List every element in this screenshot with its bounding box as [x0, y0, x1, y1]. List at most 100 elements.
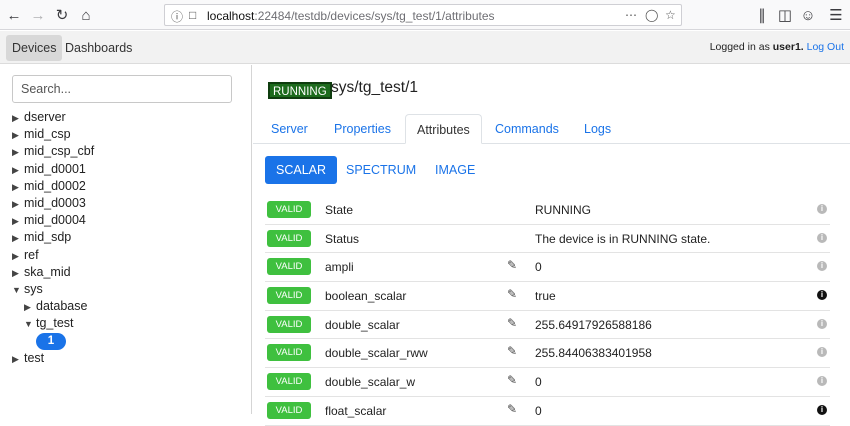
app-header: Devices Dashboards Logged in as user1. L…: [0, 31, 850, 64]
subtab-image[interactable]: IMAGE: [430, 156, 480, 184]
device-sidebar: ▶dserver▶mid_csp▶mid_csp_cbf▶mid_d0001▶m…: [0, 65, 252, 414]
pencil-icon[interactable]: ✎: [507, 373, 517, 387]
nav-dashboards[interactable]: Dashboards: [59, 35, 138, 61]
pocket-icon[interactable]: ◯: [645, 8, 658, 22]
caret-right-icon[interactable]: ▶: [12, 230, 24, 247]
more-icon[interactable]: ⋯: [625, 8, 637, 22]
info-icon[interactable]: i: [817, 404, 827, 415]
caret-right-icon[interactable]: ▶: [12, 162, 24, 179]
quality-badge: VALID: [267, 258, 311, 276]
back-icon[interactable]: ←: [4, 5, 24, 25]
device-title: sys/tg_test/1: [331, 79, 419, 96]
info-icon[interactable]: ⓘ: [171, 8, 183, 25]
tab-attributes[interactable]: Attributes: [405, 114, 482, 144]
attribute-table: VALID State RUNNING i VALID Status The device …: [265, 196, 830, 426]
tree-item[interactable]: ▶ mid_d0004: [12, 212, 242, 229]
bookmark-star-icon[interactable]: ☆: [665, 8, 676, 22]
caret-right-icon[interactable]: ▶: [12, 179, 24, 196]
table-row: VALID double_scalar_rww ✎ 255.8440638340195…: [265, 339, 830, 369]
library-icon[interactable]: ∥: [752, 5, 772, 25]
table-row: VALID State RUNNING i: [265, 196, 830, 225]
tree-item[interactable]: ▶ mid_csp_cbf: [12, 143, 242, 160]
tab-server[interactable]: Server: [265, 114, 314, 144]
info-icon[interactable]: i: [817, 347, 827, 358]
pencil-icon[interactable]: ✎: [507, 316, 517, 330]
info-icon[interactable]: i: [817, 261, 827, 272]
attribute-name: double_scalar: [325, 317, 400, 332]
attribute-value: true: [535, 289, 556, 304]
tree-item[interactable]: ▼ sys: [12, 281, 242, 298]
caret-right-icon[interactable]: ▶: [12, 351, 24, 368]
tree-item-selected[interactable]: 1: [36, 333, 66, 351]
info-icon[interactable]: i: [817, 232, 827, 243]
tree-item-label: mid_sdp: [24, 230, 72, 245]
url-host: localhost: [207, 9, 255, 23]
quality-badge: VALID: [267, 229, 311, 247]
tab-commands[interactable]: Commands: [489, 114, 565, 144]
caret-right-icon[interactable]: ▶: [12, 144, 24, 161]
tree-item[interactable]: ▶ ref: [12, 247, 242, 264]
tab-properties[interactable]: Properties: [328, 114, 397, 144]
caret-right-icon[interactable]: ▶: [24, 299, 36, 316]
attribute-name: double_scalar_rww: [325, 346, 428, 361]
subtab-scalar[interactable]: SCALAR: [265, 156, 338, 184]
menu-icon[interactable]: ☰: [826, 5, 846, 25]
info-icon[interactable]: i: [817, 318, 827, 329]
tree-item[interactable]: ▶ test: [12, 350, 242, 367]
login-status: Logged in as user1. Log Out: [710, 41, 844, 53]
home-icon[interactable]: ⌂: [76, 5, 96, 25]
info-icon[interactable]: i: [817, 376, 827, 387]
table-row: VALID float_scalar ✎ 0 i: [265, 397, 830, 426]
tree-item[interactable]: ▼ tg_test: [12, 315, 242, 332]
table-row: VALID Status The device is in RUNNING stat…: [265, 225, 830, 254]
nav-devices[interactable]: Devices: [6, 35, 63, 61]
subtab-spectrum[interactable]: SPECTRUM: [341, 156, 421, 184]
forward-icon[interactable]: →: [28, 5, 48, 25]
device-tree: ▶ dserver ▶ mid_csp ▶ mid_csp_cbf ▶ mid_d0001 ▶ m…: [12, 109, 242, 367]
tab-logs[interactable]: Logs: [578, 114, 617, 144]
attribute-value: 0: [535, 260, 542, 275]
tree-item-label: dserver: [24, 110, 66, 124]
attribute-name: ampli: [325, 260, 354, 275]
caret-right-icon[interactable]: ▶: [12, 248, 24, 265]
tree-item-label: mid_d0004: [24, 213, 86, 228]
url-text: localhost:22484/testdb/devices/sys/tg_te…: [207, 9, 495, 23]
logout-link[interactable]: Log Out: [807, 41, 844, 53]
table-row: VALID double_scalar ✎ 255.64917926588186 i: [265, 311, 830, 340]
pencil-icon[interactable]: ✎: [507, 344, 517, 358]
search-input[interactable]: [12, 75, 232, 103]
info-icon[interactable]: i: [817, 204, 827, 214]
tree-item[interactable]: ▶ mid_d0001: [12, 161, 242, 178]
tree-item[interactable]: ▶ dserver: [12, 109, 242, 126]
caret-down-icon[interactable]: ▼: [12, 282, 24, 299]
caret-right-icon[interactable]: ▶: [12, 213, 24, 230]
url-bar[interactable]: ⓘ □ localhost:22484/testdb/devices/sys/t…: [164, 4, 682, 26]
pencil-icon[interactable]: ✎: [507, 258, 517, 272]
sidebar-icon[interactable]: ◫: [775, 5, 795, 25]
info-icon[interactable]: i: [817, 290, 827, 301]
tree-item-label: test: [24, 350, 45, 365]
tree-item-label: ref: [24, 247, 39, 262]
attribute-value: 0: [535, 403, 542, 418]
caret-right-icon[interactable]: ▶: [12, 196, 24, 213]
account-icon[interactable]: ☺: [798, 5, 818, 25]
tree-item[interactable]: ▶ mid_sdp: [12, 229, 242, 246]
tree-item-label: ska_mid: [24, 264, 71, 279]
caret-down-icon[interactable]: ▼: [24, 316, 36, 333]
tree-item-label: mid_d0001: [24, 161, 86, 176]
reload-icon[interactable]: ↻: [52, 5, 72, 25]
pencil-icon[interactable]: ✎: [507, 287, 517, 301]
tree-item-label: tg_test: [36, 316, 74, 331]
caret-right-icon[interactable]: ▶: [12, 110, 24, 127]
quality-badge: VALID: [267, 401, 311, 419]
tree-item[interactable]: ▶ mid_d0002: [12, 178, 242, 195]
caret-right-icon[interactable]: ▶: [12, 265, 24, 282]
tree-item[interactable]: ▶ ska_mid: [12, 264, 242, 281]
tree-item[interactable]: ▶ database: [12, 298, 242, 315]
tree-item[interactable]: ▶ mid_csp: [12, 126, 242, 143]
username: user1.: [772, 41, 804, 53]
tree-item[interactable]: ▶ mid_d0003: [12, 195, 242, 212]
tree-item[interactable]: 1: [12, 332, 242, 351]
caret-right-icon[interactable]: ▶: [12, 127, 24, 144]
attribute-name: Status: [325, 231, 360, 246]
